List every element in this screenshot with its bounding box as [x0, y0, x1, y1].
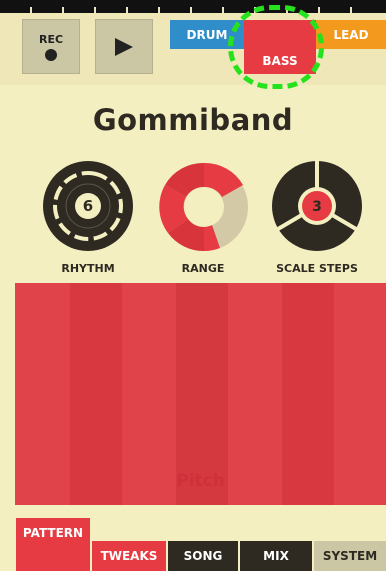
tab-mix-label: MIX	[263, 549, 289, 563]
scale-steps-label: SCALE STEPS	[276, 262, 358, 275]
tab-mix[interactable]: MIX	[240, 541, 312, 571]
tab-pattern-label: PATTERN	[22, 526, 84, 540]
rhythm-value: 6	[83, 197, 93, 215]
rhythm-knob[interactable]: 6	[43, 161, 133, 251]
range-label: RANGE	[181, 262, 225, 275]
pitch-pad[interactable]: Pitch	[15, 283, 386, 505]
range-knob[interactable]	[158, 161, 250, 253]
tab-song-label: SONG	[183, 549, 223, 563]
timeline-ruler	[0, 0, 386, 13]
record-label: REC	[38, 32, 64, 46]
play-icon	[115, 37, 133, 56]
tab-drum-label: DRUM	[186, 27, 228, 42]
tap-highlight-marker	[228, 5, 324, 89]
scale-steps-knob[interactable]: 3	[272, 161, 362, 251]
play-button[interactable]	[95, 19, 153, 74]
tab-song[interactable]: SONG	[168, 541, 238, 571]
tab-system-label: SYSTEM	[322, 549, 378, 563]
tab-lead[interactable]: LEAD	[316, 20, 386, 49]
tab-lead-label: LEAD	[333, 27, 369, 42]
record-icon	[45, 48, 57, 61]
tab-tweaks-label: TWEAKS	[100, 549, 158, 563]
scale-steps-value: 3	[312, 199, 322, 215]
tab-tweaks[interactable]: TWEAKS	[92, 541, 166, 571]
song-title: Gommiband	[92, 103, 294, 137]
record-button[interactable]: REC	[22, 19, 80, 74]
pitch-label: Pitch	[176, 471, 225, 491]
tab-pattern[interactable]: PATTERN	[16, 518, 90, 571]
rhythm-label: RHYTHM	[61, 262, 115, 275]
tab-system[interactable]: SYSTEM	[314, 541, 386, 571]
